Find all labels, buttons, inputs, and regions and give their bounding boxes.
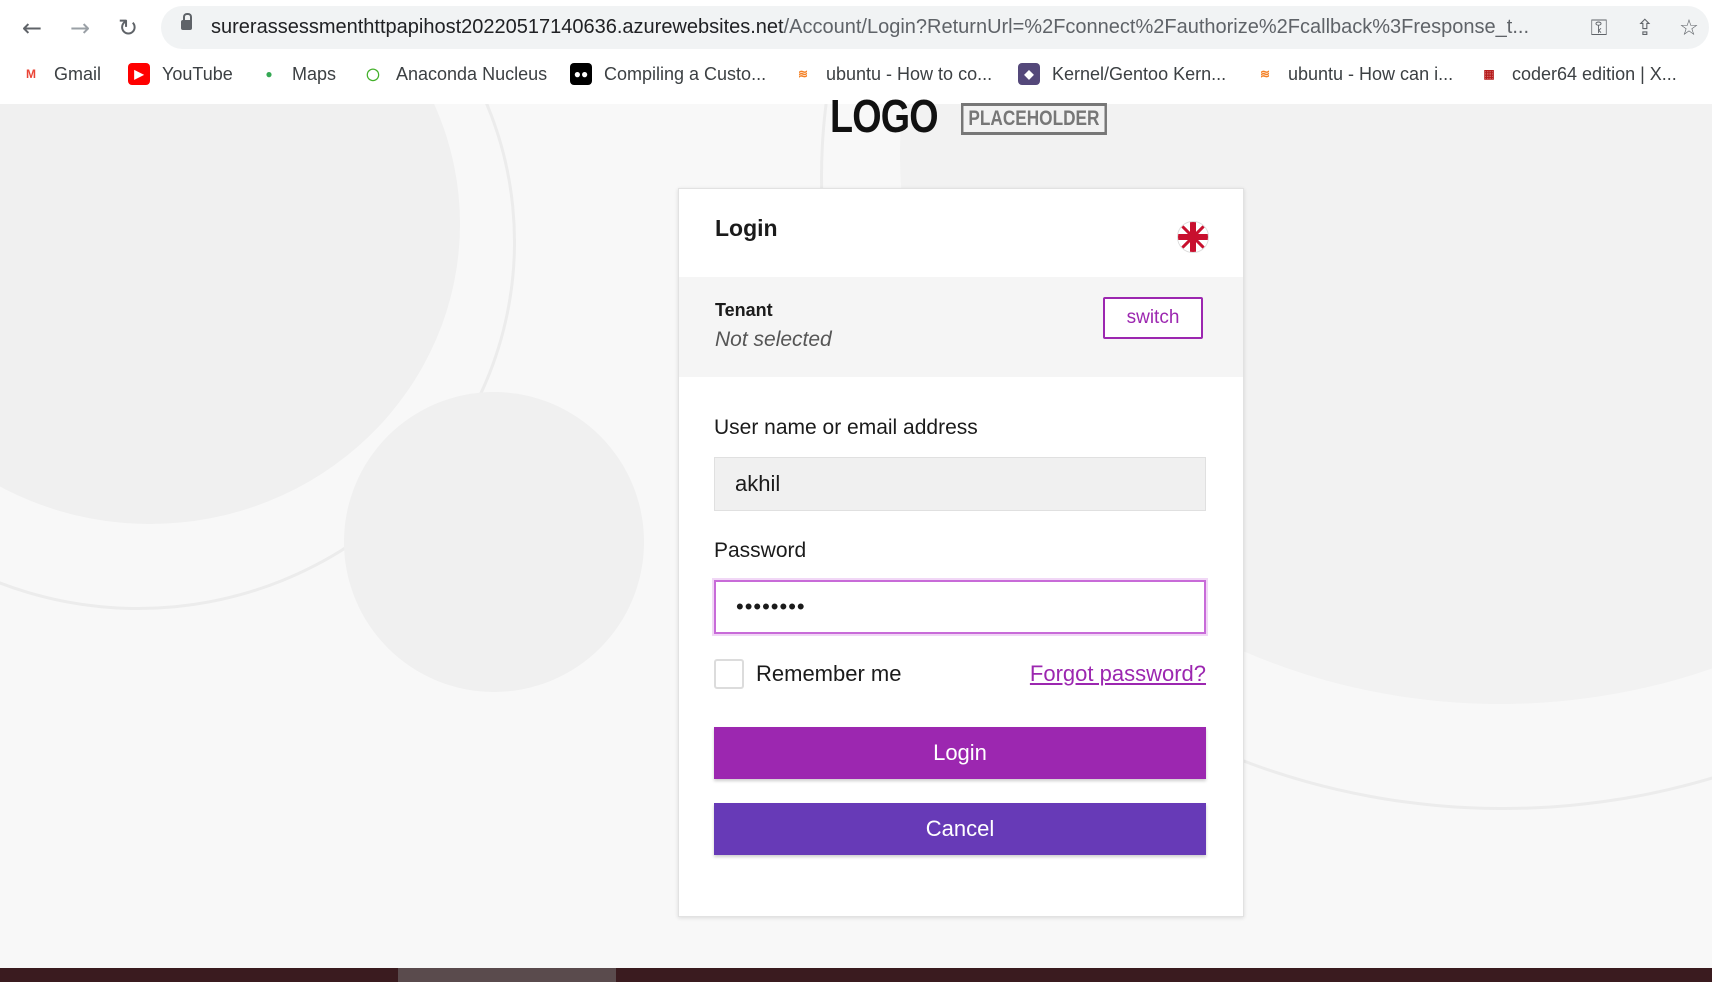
bookmark-item[interactable]: ≋ ubuntu - How can i... [1254,56,1453,92]
taskbar-edge [0,968,1712,982]
share-icon[interactable]: ⇪ [1627,10,1663,46]
bookmark-favicon-icon: ▶ [128,63,150,85]
url-path: /Account/Login?ReturnUrl=%2Fconnect%2Fau… [783,16,1529,38]
forgot-password-link[interactable]: Forgot password? [1030,661,1206,687]
bookmark-item[interactable]: ◯ Anaconda Nucleus [362,56,547,92]
lock-icon[interactable] [181,13,192,30]
switch-tenant-button[interactable]: switch [1103,297,1203,339]
bookmarks-bar: M Gmail ▶ YouTube ● Maps ◯ Anaconda Nucleus ●● Co… [0,56,1712,92]
logo-main-text: LOGO [830,90,939,142]
username-input[interactable] [714,457,1206,511]
password-input[interactable] [714,580,1206,634]
bookmark-item[interactable]: M Gmail [20,56,101,92]
bookmark-favicon-icon: ◆ [1018,63,1040,85]
bookmark-favicon-icon: ●● [570,63,592,85]
bookmark-label: YouTube [162,63,233,84]
bookmark-favicon-icon: ≋ [1259,67,1271,81]
bookmark-label: ubuntu - How to co... [826,63,993,84]
address-bar[interactable]: surerassessmenthttpapihost20220517140636… [161,6,1709,49]
star-icon[interactable]: ☆ [1671,10,1707,46]
forward-icon: → [69,14,91,42]
url-text[interactable]: surerassessmenthttpapihost20220517140636… [211,6,1581,49]
back-icon: ← [21,14,43,42]
bookmark-label: Kernel/Gentoo Kern... [1052,63,1227,84]
bg-circle-small [344,392,644,692]
password-label: Password [714,539,807,562]
uk-flag-icon[interactable] [1177,221,1209,253]
bookmark-label: coder64 edition | X... [1512,63,1677,84]
bookmark-favicon-icon: ● [265,67,273,81]
bookmark-label: Maps [292,63,337,84]
url-host: surerassessmenthttpapihost20220517140636… [211,16,784,38]
bookmark-favicon-icon: ◯ [366,67,380,81]
bookmark-item[interactable]: ◆ Kernel/Gentoo Kern... [1018,56,1226,92]
remember-me-label[interactable]: Remember me [756,661,901,687]
tenant-value: Not selected [715,328,832,351]
bookmark-favicon-icon: ▦ [1483,67,1495,81]
login-button[interactable]: Login [714,727,1206,779]
cancel-button[interactable]: Cancel [714,803,1206,855]
username-label: User name or email address [714,416,978,439]
bookmark-favicon-icon: ≋ [797,67,809,81]
forward-button[interactable]: → [62,10,98,46]
reload-button[interactable]: ↻ [110,10,146,46]
bookmark-item[interactable]: ≋ ubuntu - How to co... [792,56,992,92]
key-icon[interactable]: ⚿ [1581,10,1617,46]
reload-icon: ↻ [117,14,139,42]
back-button[interactable]: ← [14,10,50,46]
bookmark-item[interactable]: ▦ coder64 edition | X... [1478,56,1677,92]
bookmark-favicon-icon: M [26,67,36,81]
login-title: Login [715,215,778,241]
logo: LOGO PLACEHOLDER [830,90,1139,142]
bookmark-label: Compiling a Custo... [604,63,767,84]
remember-me-checkbox[interactable] [714,659,744,689]
bookmark-label: Gmail [54,63,102,84]
logo-sub-text: PLACEHOLDER [961,103,1108,135]
bookmark-label: Anaconda Nucleus [396,63,548,84]
bookmark-item[interactable]: ▶ YouTube [128,56,233,92]
bookmark-label: ubuntu - How can i... [1288,63,1454,84]
bookmark-item[interactable]: ● Maps [258,56,336,92]
tenant-label: Tenant [715,300,773,320]
bookmark-item[interactable]: ●● Compiling a Custo... [570,56,766,92]
